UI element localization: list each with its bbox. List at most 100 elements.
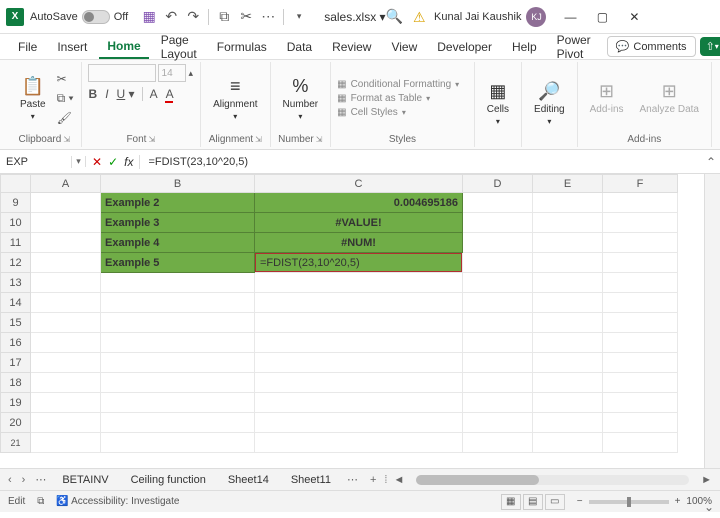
number-button[interactable]: % Number ▾ [277, 72, 325, 125]
row-header[interactable]: 18 [1, 373, 31, 393]
cell[interactable] [463, 213, 533, 233]
italic-button[interactable]: I [104, 86, 109, 102]
file-name[interactable]: sales.xlsx ▾ [324, 10, 385, 24]
select-all-button[interactable] [1, 175, 31, 193]
cell[interactable] [255, 333, 463, 353]
autosave-toggle[interactable]: AutoSave Off [30, 10, 128, 24]
cell[interactable] [463, 233, 533, 253]
undo-icon[interactable]: ↶ [164, 10, 178, 24]
cell[interactable]: #NUM! [255, 233, 463, 253]
format-painter-button[interactable]: 🖌 [56, 110, 75, 126]
row-header[interactable]: 19 [1, 393, 31, 413]
cut-button[interactable]: ✂ [56, 71, 75, 87]
dialog-launcher-icon[interactable]: ⇲ [255, 135, 262, 144]
tab-page-layout[interactable]: Page Layout [153, 29, 205, 65]
col-header-f[interactable]: F [603, 175, 678, 193]
normal-view-button[interactable]: ▦ [501, 494, 521, 510]
cell[interactable] [463, 373, 533, 393]
cell[interactable] [463, 433, 533, 453]
format-as-table-button[interactable]: ▦Format as Table▾ [337, 92, 459, 105]
sheet-more-icon[interactable]: ⋯ [343, 473, 362, 486]
cell[interactable] [603, 213, 678, 233]
zoom-in-icon[interactable]: + [675, 496, 681, 507]
cell[interactable]: #VALUE! [255, 213, 463, 233]
row-header[interactable]: 20 [1, 413, 31, 433]
sheet-nav-more[interactable]: ⋯ [31, 473, 50, 486]
cell[interactable] [603, 293, 678, 313]
cell[interactable] [101, 333, 255, 353]
cell[interactable] [603, 333, 678, 353]
search-icon[interactable]: 🔍 [386, 8, 403, 25]
zoom-slider[interactable] [589, 500, 669, 504]
active-cell[interactable]: =FDIST(23,10^20,5) [255, 253, 463, 273]
formula-input[interactable]: =FDIST(23,10^20,5) [140, 156, 702, 168]
dropdown-icon[interactable]: ▾ [292, 10, 306, 24]
cell[interactable] [463, 253, 533, 273]
fx-icon[interactable]: fx [124, 155, 133, 169]
cell[interactable] [31, 393, 101, 413]
copy-button[interactable]: ⧉ ▾ [56, 90, 75, 107]
row-header[interactable]: 9 [1, 193, 31, 213]
cell[interactable] [533, 393, 603, 413]
cell[interactable] [463, 313, 533, 333]
more-icon[interactable]: ⋯ [261, 10, 275, 24]
dialog-launcher-icon[interactable]: ⇲ [316, 135, 323, 144]
cell[interactable]: Example 5 [101, 253, 255, 273]
cell[interactable]: Example 4 [101, 233, 255, 253]
vertical-scrollbar[interactable] [704, 174, 720, 468]
cell[interactable] [463, 193, 533, 213]
row-header[interactable]: 11 [1, 233, 31, 253]
namebox-dropdown[interactable]: ▾ [72, 156, 86, 167]
cell[interactable] [31, 333, 101, 353]
cell[interactable]: Example 3 [101, 213, 255, 233]
col-header-e[interactable]: E [533, 175, 603, 193]
cell[interactable] [255, 273, 463, 293]
accept-icon[interactable]: ✓ [108, 155, 118, 169]
cell[interactable] [31, 313, 101, 333]
dialog-launcher-icon[interactable]: ⇲ [148, 135, 155, 144]
cells-button[interactable]: ▦ Cells ▾ [481, 77, 515, 130]
cell[interactable] [533, 373, 603, 393]
avatar[interactable]: KJ [526, 7, 546, 27]
page-break-view-button[interactable]: ▭ [545, 494, 565, 510]
cell[interactable] [101, 273, 255, 293]
cell[interactable] [603, 373, 678, 393]
redo-icon[interactable]: ↷ [186, 10, 200, 24]
cell[interactable] [101, 293, 255, 313]
cell[interactable] [533, 293, 603, 313]
font-name-select[interactable] [88, 64, 156, 82]
zoom-control[interactable]: − + 100% [577, 496, 712, 507]
cell[interactable] [603, 193, 678, 213]
sheet-tab[interactable]: Sheet11 [281, 472, 341, 488]
zoom-out-icon[interactable]: − [577, 496, 583, 507]
cell[interactable] [603, 433, 678, 453]
cell[interactable] [463, 393, 533, 413]
tab-data[interactable]: Data [279, 36, 320, 58]
cell[interactable] [603, 413, 678, 433]
cell[interactable] [255, 433, 463, 453]
conditional-formatting-button[interactable]: ▦Conditional Formatting▾ [337, 78, 459, 91]
cell[interactable] [533, 233, 603, 253]
bold-button[interactable]: B [88, 86, 99, 102]
comments-button[interactable]: 💬 Comments [607, 36, 696, 57]
minimize-button[interactable]: — [556, 5, 584, 29]
page-layout-view-button[interactable]: ▤ [523, 494, 543, 510]
collapse-ribbon-icon[interactable]: ⌄ [704, 500, 714, 514]
row-header[interactable]: 15 [1, 313, 31, 333]
row-header[interactable]: 12 [1, 253, 31, 273]
cell[interactable] [31, 413, 101, 433]
addins-button[interactable]: ⊞ Add-ins [584, 77, 630, 119]
scroll-left-icon[interactable]: ◄ [389, 474, 408, 486]
font-size-select[interactable]: 14 [158, 64, 186, 82]
cell[interactable] [533, 253, 603, 273]
cell[interactable] [463, 333, 533, 353]
tab-insert[interactable]: Insert [49, 36, 95, 58]
analyze-data-button[interactable]: ⊞ Analyze Data [634, 77, 705, 119]
underline-button[interactable]: U ▾ [116, 86, 136, 102]
row-header[interactable]: 13 [1, 273, 31, 293]
cancel-icon[interactable]: ✕ [92, 155, 102, 169]
cell[interactable] [533, 433, 603, 453]
row-header[interactable]: 10 [1, 213, 31, 233]
cell[interactable] [533, 193, 603, 213]
maximize-button[interactable]: ▢ [588, 5, 616, 29]
